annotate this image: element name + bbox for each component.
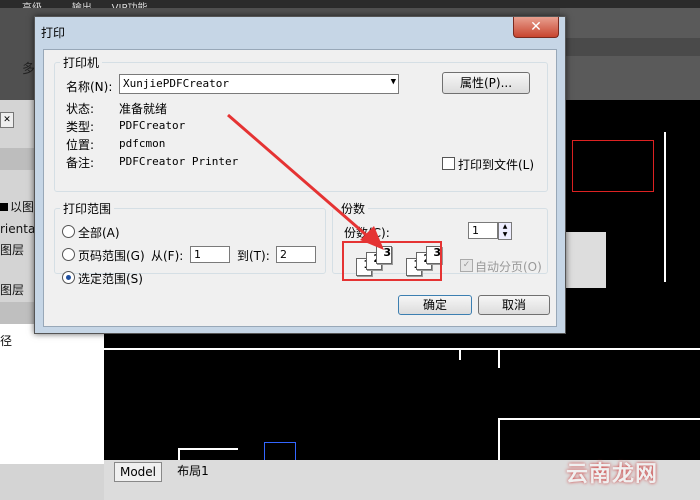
annotation-arrow-icon [227,113,384,250]
